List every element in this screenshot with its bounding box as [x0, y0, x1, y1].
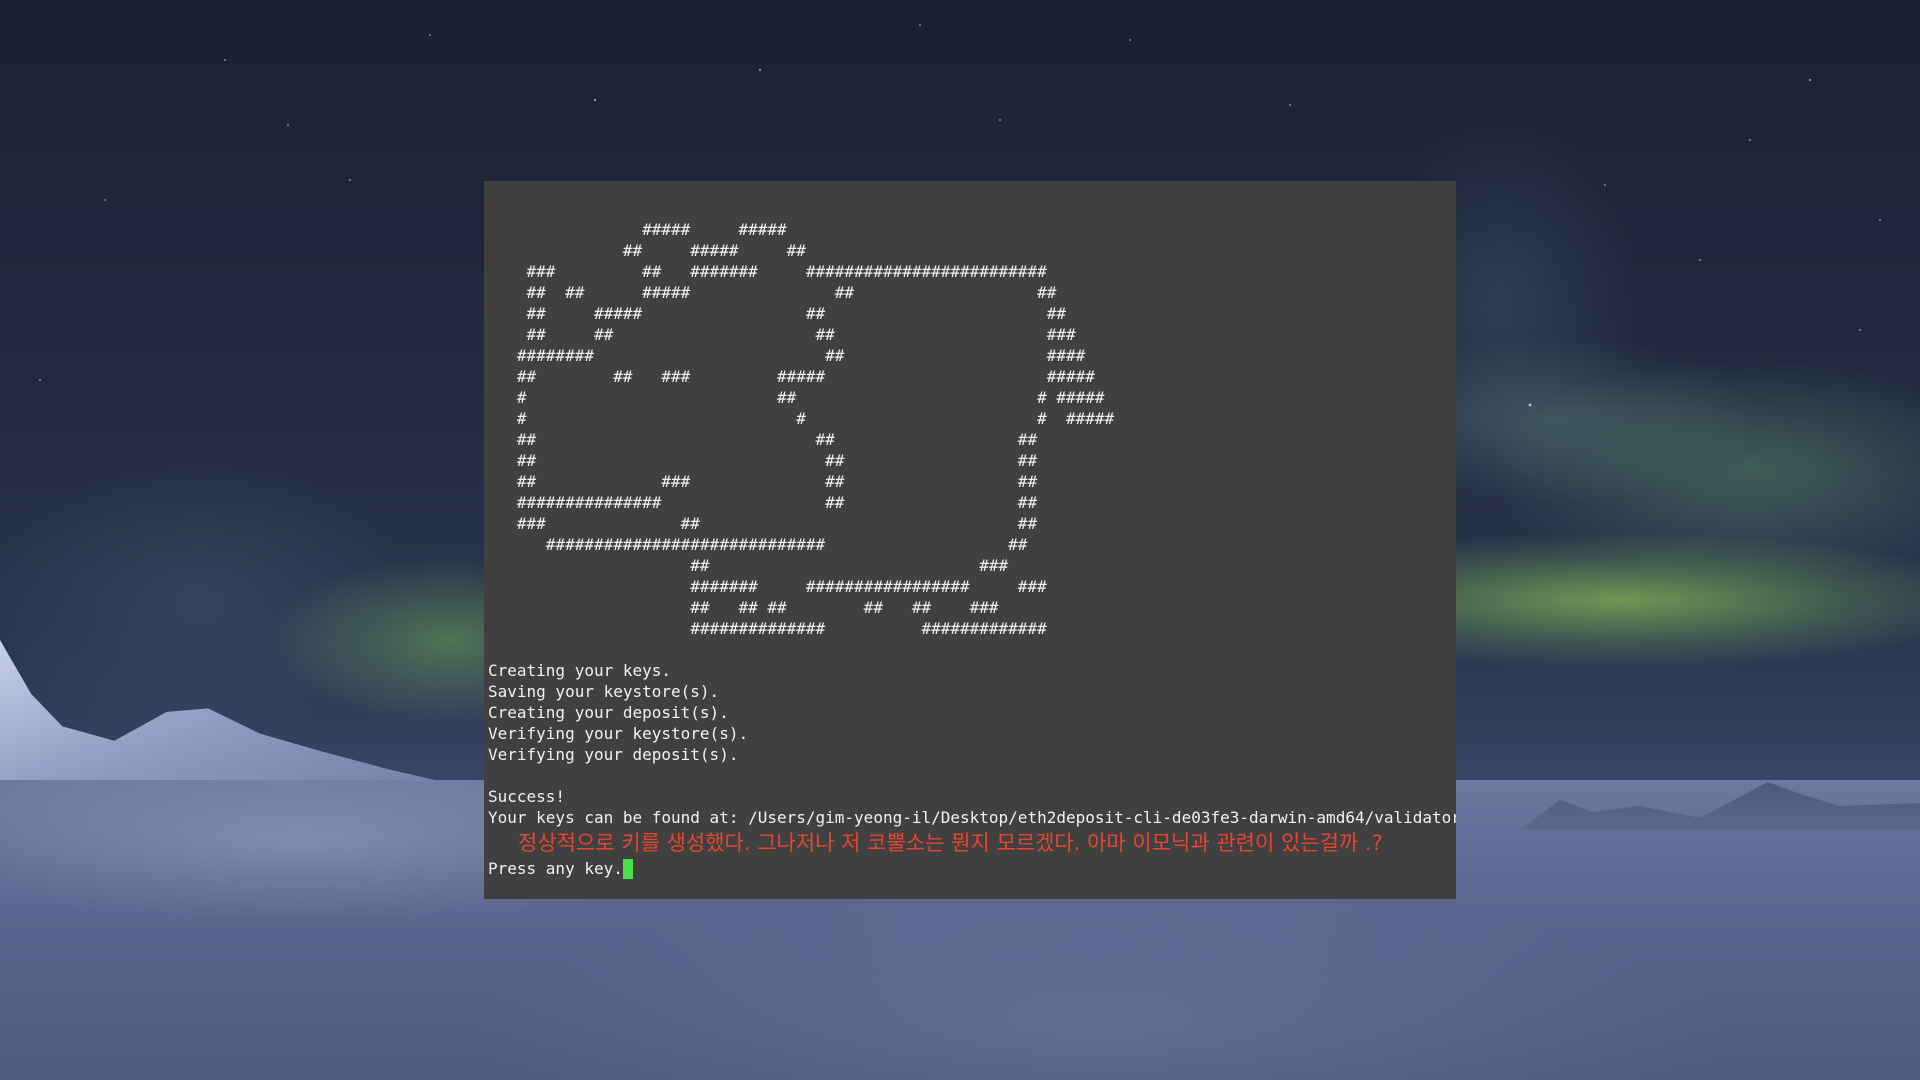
desktop-background: ##### ##### ## ##### ## ### ## ####### #… [0, 0, 1920, 1080]
success-message: Success! [488, 787, 566, 806]
keys-path-line: Your keys can be found at: /Users/gim-ye… [488, 808, 1456, 827]
status-line: Creating your keys. [488, 661, 672, 680]
status-line: Verifying your keystore(s). [488, 724, 749, 743]
terminal-cursor [622, 858, 633, 879]
ascii-rhino-banner: ##### ##### ## ##### ## ### ## ####### #… [516, 220, 1115, 638]
korean-annotation-caption: 정상적으로 키를 생성했다. 그나저나 저 코뿔소는 뭔지 모르겠다. 아마 이… [518, 831, 1383, 855]
prompt-text: Press any key. [488, 859, 623, 878]
status-log: Creating your keys. Saving your keystore… [488, 660, 1456, 765]
status-line: Saving your keystore(s). [488, 682, 720, 701]
terminal-window[interactable]: ##### ##### ## ##### ## ### ## ####### #… [484, 181, 1456, 899]
status-line: Verifying your deposit(s). [488, 745, 739, 764]
press-any-key-prompt[interactable]: Press any key. [488, 858, 1456, 879]
status-line: Creating your deposit(s). [488, 703, 729, 722]
